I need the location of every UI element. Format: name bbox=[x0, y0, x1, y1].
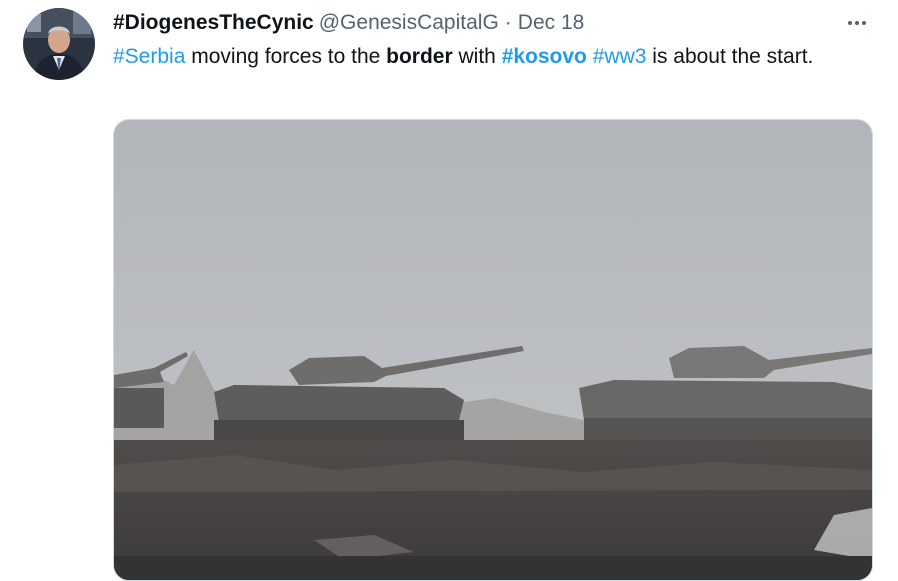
text-fragment: moving forces to the bbox=[185, 45, 387, 68]
hashtag-serbia[interactable]: #Serbia bbox=[113, 45, 185, 68]
separator-dot: · bbox=[504, 11, 512, 34]
text-fragment: with bbox=[452, 45, 502, 68]
tweet-media-image[interactable] bbox=[113, 119, 873, 581]
text-bold-border: border bbox=[386, 45, 453, 68]
tweet-card[interactable]: #DiogenesTheCynic @GenesisCapitalG · Dec 18… bbox=[0, 0, 898, 581]
more-horizontal-icon[interactable] bbox=[840, 10, 874, 36]
tweet-header: #DiogenesTheCynic @GenesisCapitalG · Dec 18 bbox=[113, 10, 584, 36]
tweet-date[interactable]: Dec 18 bbox=[518, 11, 585, 34]
author-name[interactable]: #DiogenesTheCynic bbox=[113, 11, 314, 34]
avatar[interactable] bbox=[23, 8, 95, 80]
hashtag-ww3[interactable]: #ww3 bbox=[593, 45, 647, 68]
hashtag-kosovo[interactable]: #kosovo bbox=[502, 45, 587, 68]
tweet-text: #Serbia moving forces to the border with… bbox=[113, 42, 853, 72]
tanks-image bbox=[114, 120, 872, 580]
text-fragment: is about the start. bbox=[646, 45, 814, 68]
author-handle[interactable]: @GenesisCapitalG bbox=[319, 11, 499, 34]
